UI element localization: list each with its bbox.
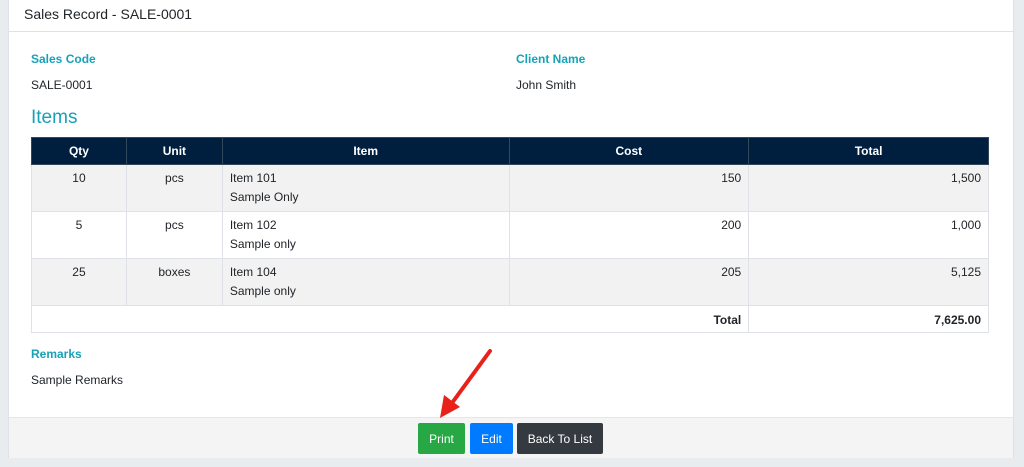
arrow-shaft — [450, 349, 492, 405]
remarks-value: Sample Remarks — [31, 373, 124, 387]
sales-code-value: SALE-0001 — [31, 78, 93, 92]
item-name: Item 101 — [229, 171, 277, 185]
items-table: Qty Unit Item Cost Total 10 pcs Item 101… — [30, 137, 989, 333]
table-row: 5 pcs Item 102 Sample only 200 1,000 — [31, 211, 989, 259]
table-row: 10 pcs Item 101 Sample Only 150 1,500 — [31, 164, 989, 212]
client-name-value: John Smith — [516, 78, 577, 92]
column-header-unit: Unit — [125, 137, 223, 165]
cost-cell: 205 — [508, 258, 750, 306]
red-arrow-icon — [440, 349, 492, 418]
back-to-list-button[interactable]: Back To List — [517, 423, 603, 454]
total-cell: 1,500 — [748, 164, 989, 212]
column-header-total: Total — [748, 137, 989, 165]
table-row: 25 boxes Item 104 Sample only 205 5,125 — [31, 258, 989, 306]
items-heading: Items — [31, 107, 78, 128]
unit-cell: pcs — [125, 164, 223, 212]
item-name: Item 104 — [229, 265, 277, 279]
item-description: Sample only — [229, 237, 296, 251]
total-label: Total — [30, 305, 750, 333]
item-cell: Item 102 Sample only — [221, 211, 510, 259]
total-cell: 5,125 — [748, 258, 989, 306]
sales-code-label: Sales Code — [31, 52, 96, 66]
qty-cell: 25 — [31, 258, 127, 306]
card-footer: Print Edit Back To List — [9, 417, 1013, 458]
cost-cell: 150 — [508, 164, 750, 212]
client-name-label: Client Name — [516, 52, 586, 66]
grand-total-value: 7,625.00 — [748, 305, 989, 333]
qty-cell: 10 — [31, 164, 127, 212]
remarks-label: Remarks — [31, 347, 82, 361]
column-header-qty: Qty — [31, 137, 127, 165]
unit-cell: boxes — [125, 258, 223, 306]
sales-record-card: Sales Record - SALE-0001 Sales Code SALE… — [8, 0, 1014, 458]
edit-button[interactable]: Edit — [470, 423, 513, 454]
card-header: Sales Record - SALE-0001 — [9, 0, 1013, 32]
unit-cell: pcs — [125, 211, 223, 259]
print-button[interactable]: Print — [418, 423, 465, 454]
cost-cell: 200 — [508, 211, 750, 259]
item-description: Sample Only — [229, 190, 299, 204]
column-header-cost: Cost — [508, 137, 750, 165]
total-cell: 1,000 — [748, 211, 989, 259]
item-name: Item 102 — [229, 218, 277, 232]
total-row: Total 7,625.00 — [30, 305, 989, 333]
column-header-item: Item — [221, 137, 510, 165]
qty-cell: 5 — [31, 211, 127, 259]
item-cell: Item 101 Sample Only — [221, 164, 510, 212]
item-cell: Item 104 Sample only — [221, 258, 510, 306]
item-description: Sample only — [229, 284, 296, 298]
page-title: Sales Record - SALE-0001 — [24, 6, 193, 22]
table-header-row: Qty Unit Item Cost Total — [31, 137, 989, 165]
